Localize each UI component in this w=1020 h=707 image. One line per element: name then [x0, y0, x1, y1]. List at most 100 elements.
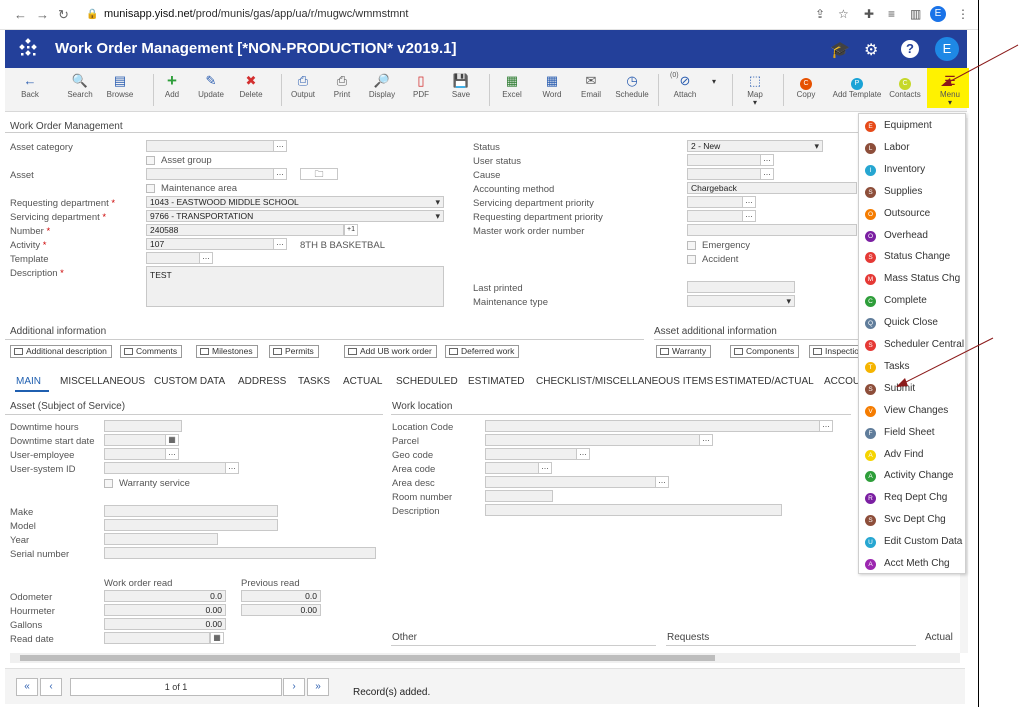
- area-desc-field[interactable]: [485, 476, 656, 488]
- toolbar-map-button[interactable]: ⬚ Map ▾: [732, 72, 778, 107]
- emergency-checkbox[interactable]: [687, 241, 696, 250]
- gear-icon[interactable]: ⚙: [864, 40, 878, 60]
- maintenance-area-checkbox[interactable]: [146, 184, 155, 193]
- forward-arrow-icon[interactable]: →: [36, 7, 49, 22]
- geo-code-lookup[interactable]: …: [576, 448, 590, 460]
- template-lookup[interactable]: …: [199, 252, 213, 264]
- address-bar[interactable]: munisapp.yisd.net/prod/munis/gas/app/ua/…: [104, 8, 408, 20]
- reload-icon[interactable]: ↻: [58, 7, 69, 23]
- menu-item-acct-meth-chg[interactable]: A Acct Meth Chg: [859, 555, 965, 575]
- kebab-menu-icon[interactable]: ⋮: [957, 7, 969, 21]
- maintenance-type-select[interactable]: [687, 295, 795, 307]
- first-page-button[interactable]: «: [16, 678, 38, 696]
- serial-number-field[interactable]: [104, 547, 376, 559]
- menu-item-tasks[interactable]: T Tasks: [859, 358, 965, 378]
- requesting-department-select[interactable]: 1043 - EASTWOOD MIDDLE SCHOOL: [146, 196, 444, 208]
- menu-item-outsource[interactable]: O Outsource: [859, 205, 965, 225]
- user-status-lookup[interactable]: …: [760, 154, 774, 166]
- toolbar-menu-button[interactable]: ☰ Menu ▾: [927, 72, 973, 107]
- menu-item-field-sheet[interactable]: F Field Sheet: [859, 424, 965, 444]
- user-avatar[interactable]: E: [935, 37, 959, 61]
- servicing-department-select[interactable]: 9766 - TRANSPORTATION: [146, 210, 444, 222]
- tab-custom-data[interactable]: CUSTOM DATA: [154, 376, 225, 387]
- downtime-start-date-field[interactable]: [104, 434, 166, 446]
- user-employee-lookup[interactable]: …: [165, 448, 179, 460]
- profile-avatar[interactable]: E: [930, 6, 946, 22]
- toolbar-copy-button[interactable]: C Copy: [783, 72, 829, 99]
- location-code-lookup[interactable]: …: [819, 420, 833, 432]
- menu-item-labor[interactable]: L Labor: [859, 139, 965, 159]
- area-code-field[interactable]: [485, 462, 539, 474]
- asset-category-field[interactable]: [146, 140, 274, 152]
- toolbar-browse-button[interactable]: ▤ Browse: [97, 72, 143, 99]
- user-employee-field[interactable]: [104, 448, 166, 460]
- menu-item-view-changes[interactable]: V View Changes: [859, 402, 965, 422]
- asset-field[interactable]: [146, 168, 274, 180]
- status-select[interactable]: 2 - New: [687, 140, 823, 152]
- toolbar-add-template-button[interactable]: P Add Template: [829, 72, 885, 99]
- reading-list-icon[interactable]: ≡: [888, 7, 895, 21]
- area-code-lookup[interactable]: …: [538, 462, 552, 474]
- extensions-icon[interactable]: ✚: [864, 7, 874, 21]
- inspections-button[interactable]: Inspectio: [809, 345, 865, 358]
- user-system-id-lookup[interactable]: …: [225, 462, 239, 474]
- milestones-button[interactable]: Milestones: [196, 345, 258, 358]
- requesting-priority-field[interactable]: [687, 210, 743, 222]
- permits-button[interactable]: Permits: [269, 345, 319, 358]
- make-field[interactable]: [104, 505, 278, 517]
- odometer-field[interactable]: 0.0: [104, 590, 226, 602]
- asset-category-lookup[interactable]: …: [273, 140, 287, 152]
- horizontal-scrollbar[interactable]: [10, 653, 960, 663]
- requesting-priority-lookup[interactable]: …: [742, 210, 756, 222]
- accounting-method-field[interactable]: Chargeback: [687, 182, 857, 194]
- toolbar-delete-button[interactable]: ✖ Delete: [228, 72, 274, 99]
- number-increment-button[interactable]: +1: [344, 224, 358, 236]
- tab-address[interactable]: ADDRESS: [238, 376, 286, 387]
- parcel-lookup[interactable]: …: [699, 434, 713, 446]
- menu-item-quick-close[interactable]: Q Quick Close: [859, 314, 965, 334]
- menu-item-svc-dept-chg[interactable]: S Svc Dept Chg: [859, 511, 965, 531]
- year-field[interactable]: [104, 533, 218, 545]
- tab-miscellaneous[interactable]: MISCELLANEOUS: [60, 376, 145, 387]
- area-desc-lookup[interactable]: …: [655, 476, 669, 488]
- servicing-priority-field[interactable]: [687, 196, 743, 208]
- menu-item-submit[interactable]: S Submit: [859, 380, 965, 400]
- menu-item-req-dept-chg[interactable]: R Req Dept Chg: [859, 489, 965, 509]
- tab-checklist[interactable]: CHECKLIST/MISCELLANEOUS ITEMS: [536, 376, 713, 387]
- menu-item-equipment[interactable]: E Equipment: [859, 117, 965, 137]
- help-icon[interactable]: ?: [901, 40, 919, 58]
- toolbar-back-button[interactable]: ← Back: [7, 72, 53, 99]
- location-description-field[interactable]: [485, 504, 782, 516]
- share-icon[interactable]: ⇪: [815, 7, 825, 21]
- tab-actual[interactable]: ACTUAL: [343, 376, 382, 387]
- accident-checkbox[interactable]: [687, 255, 696, 264]
- menu-item-activity-change[interactable]: A Activity Change: [859, 467, 965, 487]
- cause-lookup[interactable]: …: [760, 168, 774, 180]
- template-field[interactable]: [146, 252, 200, 264]
- user-system-id-field[interactable]: [104, 462, 226, 474]
- tab-estimated-actual[interactable]: ESTIMATED/ACTUAL: [715, 376, 814, 387]
- menu-item-inventory[interactable]: I Inventory: [859, 161, 965, 181]
- servicing-priority-lookup[interactable]: …: [742, 196, 756, 208]
- last-page-button[interactable]: »: [307, 678, 329, 696]
- calendar-icon[interactable]: ▦: [165, 434, 179, 446]
- folder-icon[interactable]: 🗀: [300, 168, 338, 180]
- add-ub-work-order-button[interactable]: Add UB work order: [344, 345, 437, 358]
- scrollbar-thumb[interactable]: [20, 655, 715, 661]
- read-date-field[interactable]: [104, 632, 210, 644]
- number-field[interactable]: 240588: [146, 224, 344, 236]
- toolbar-contacts-button[interactable]: C Contacts: [882, 72, 928, 99]
- deferred-work-button[interactable]: Deferred work: [445, 345, 520, 358]
- asset-lookup[interactable]: …: [273, 168, 287, 180]
- sidepanel-icon[interactable]: ▥: [910, 7, 921, 21]
- toolbar-email-button[interactable]: ✉ Email: [568, 72, 614, 99]
- asset-group-checkbox[interactable]: [146, 156, 155, 165]
- menu-item-mass-status-chg[interactable]: M Mass Status Chg: [859, 270, 965, 290]
- graduation-cap-icon[interactable]: 🎓: [830, 40, 850, 60]
- comments-button[interactable]: Comments: [120, 345, 183, 358]
- previous-page-button[interactable]: ‹: [40, 678, 62, 696]
- toolbar-attach-button[interactable]: (0) ⊘ Attach ▾: [662, 72, 716, 99]
- gallons-field[interactable]: 0.00: [104, 618, 226, 630]
- components-button[interactable]: Components: [730, 345, 800, 358]
- menu-item-adv-find[interactable]: A Adv Find: [859, 446, 965, 466]
